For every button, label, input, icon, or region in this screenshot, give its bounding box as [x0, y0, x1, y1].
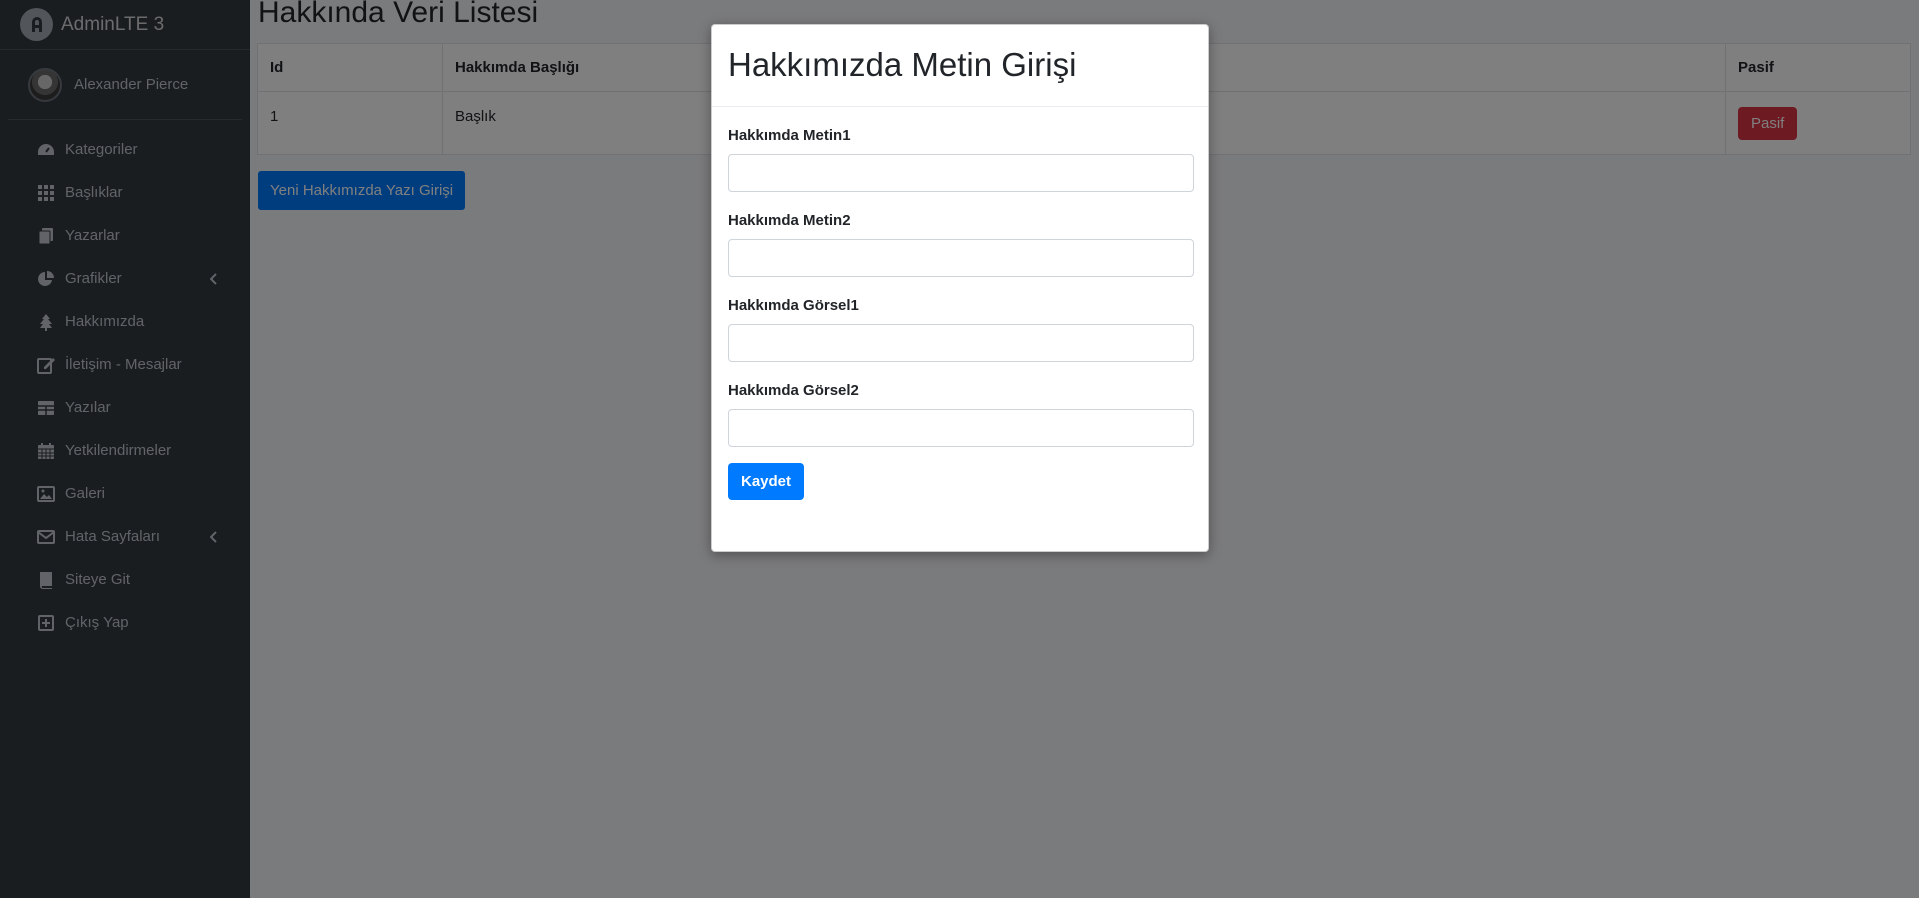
- modal-title: Hakkımızda Metin Girişi: [728, 46, 1077, 83]
- gorsel2-input[interactable]: [728, 409, 1194, 447]
- form-group-gorsel1: Hakkımda Görsel1: [728, 297, 1194, 362]
- form-group-metin2: Hakkımda Metin2: [728, 212, 1194, 277]
- field-label-gorsel2: Hakkımda Görsel2: [728, 382, 859, 399]
- modal-body: Hakkımda Metin1 Hakkımda Metin2 Hakkımda…: [712, 107, 1208, 520]
- field-label-gorsel1: Hakkımda Görsel1: [728, 297, 859, 314]
- modal-header: Hakkımızda Metin Girişi: [712, 25, 1208, 107]
- gorsel1-input[interactable]: [728, 324, 1194, 362]
- field-label-metin1: Hakkımda Metin1: [728, 127, 851, 144]
- about-entry-modal: Hakkımızda Metin Girişi Hakkımda Metin1 …: [711, 24, 1209, 552]
- field-label-metin2: Hakkımda Metin2: [728, 212, 851, 229]
- save-button[interactable]: Kaydet: [728, 463, 805, 500]
- form-group-gorsel2: Hakkımda Görsel2: [728, 382, 1194, 447]
- metin2-input[interactable]: [728, 239, 1194, 277]
- form-group-metin1: Hakkımda Metin1: [728, 127, 1194, 192]
- metin1-input[interactable]: [728, 154, 1194, 192]
